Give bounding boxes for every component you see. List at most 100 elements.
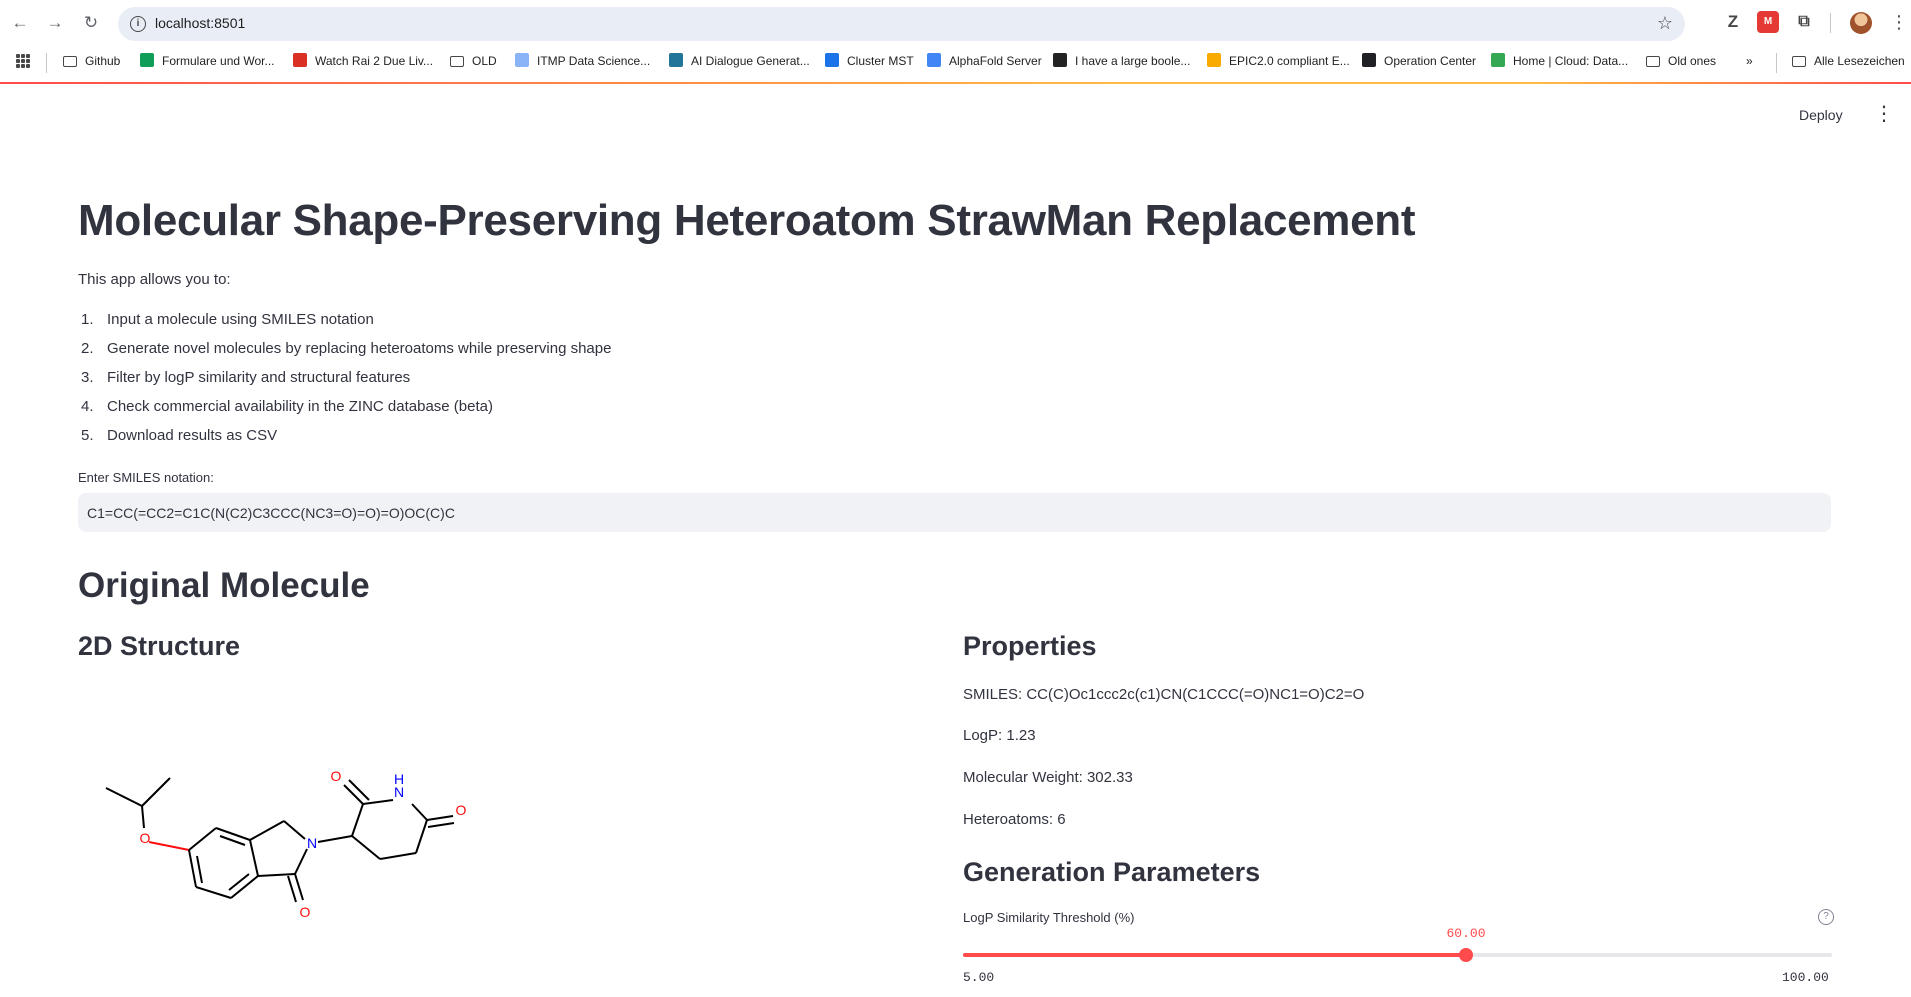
mendeley-extension-icon[interactable]: M xyxy=(1757,11,1779,33)
bookmark-item[interactable]: OLD xyxy=(450,52,497,70)
sheets-icon xyxy=(140,53,154,67)
property-logp: LogP: 1.23 xyxy=(963,727,1036,744)
property-molecular-weight: Molecular Weight: 302.33 xyxy=(963,769,1133,786)
slider-min-label: 5.00 xyxy=(963,970,995,985)
molecule-2d-structure: O N O O H N O xyxy=(105,768,467,920)
property-heteroatoms: Heteroatoms: 6 xyxy=(963,811,1066,828)
bookmark-label: I have a large boole... xyxy=(1075,54,1191,68)
list-item-text: Download results as CSV xyxy=(107,427,278,444)
more-bookmarks-button[interactable]: » xyxy=(1746,52,1753,70)
folder-icon xyxy=(63,56,77,67)
address-url[interactable]: localhost:8501 xyxy=(155,15,245,31)
slider-max-label: 100.00 xyxy=(1782,970,1829,985)
bookmark-label: Operation Center xyxy=(1384,54,1477,68)
list-item-number: 1. xyxy=(81,311,94,328)
main-menu-icon[interactable]: ⋮ xyxy=(1874,104,1894,124)
bookmark-label: Watch Rai 2 Due Liv... xyxy=(315,54,434,68)
structure-heading: 2D Structure xyxy=(78,631,241,661)
deploy-button[interactable]: Deploy xyxy=(1799,107,1843,123)
help-icon[interactable]: ? xyxy=(1818,909,1834,925)
list-item-text: Filter by logP similarity and structural… xyxy=(107,369,411,386)
ring-icon xyxy=(1491,53,1505,67)
slider-value: 60.00 xyxy=(1446,926,1486,941)
atom-oxygen-carbonyl-1: O xyxy=(331,768,342,784)
bookmark-item[interactable]: Operation Center xyxy=(1362,52,1476,70)
bookmark-item[interactable]: Home | Cloud: Data... xyxy=(1491,52,1628,70)
docs-icon xyxy=(825,53,839,67)
app-accent-bar xyxy=(0,82,1911,84)
site-info-icon[interactable]: i xyxy=(130,16,146,32)
so-icon xyxy=(1053,53,1067,67)
intro-text: This app allows you to: xyxy=(78,271,231,288)
smiles-input-label: Enter SMILES notation: xyxy=(78,470,214,485)
zotero-extension-icon[interactable]: Z xyxy=(1722,11,1744,33)
alphafold-icon xyxy=(927,53,941,67)
bookmark-label: Home | Cloud: Data... xyxy=(1513,54,1629,68)
folder-icon xyxy=(1792,56,1806,67)
bookmark-star-icon[interactable]: ☆ xyxy=(1657,13,1673,34)
all-bookmarks-label: Alle Lesezeichen xyxy=(1814,54,1905,68)
all-bookmarks-button[interactable]: Alle Lesezeichen xyxy=(1792,52,1905,70)
list-item-number: 3. xyxy=(81,369,94,386)
tv-icon xyxy=(293,53,307,67)
back-icon[interactable]: ← xyxy=(9,12,31,34)
bookmark-item[interactable]: Formulare und Wor... xyxy=(140,52,275,70)
bookmark-item[interactable]: Watch Rai 2 Due Liv... xyxy=(293,52,433,70)
bookmarks-divider xyxy=(1776,53,1777,73)
extensions-puzzle-icon[interactable]: ⧉ xyxy=(1793,11,1815,33)
bookmark-label: EPIC2.0 compliant E... xyxy=(1229,54,1350,68)
g-icon xyxy=(1362,53,1376,67)
bookmark-item[interactable]: AI Dialogue Generat... xyxy=(669,52,810,70)
smiles-input[interactable] xyxy=(78,493,1831,532)
bookmark-label: Formulare und Wor... xyxy=(162,54,275,68)
list-item-text: Check commercial availability in the ZIN… xyxy=(107,398,493,415)
bookmark-item[interactable]: Old ones xyxy=(1646,52,1716,70)
atom-oxygen-ether: O xyxy=(140,830,151,846)
property-smiles: SMILES: CC(C)Oc1ccc2c(c1)CN(C1CCC(=O)NC1… xyxy=(963,686,1365,703)
bookmark-item[interactable]: ITMP Data Science... xyxy=(515,52,650,70)
logp-threshold-label: LogP Similarity Threshold (%) xyxy=(963,910,1135,925)
bookmark-label: AlphaFold Server xyxy=(949,54,1042,68)
folder-icon xyxy=(450,56,464,67)
list-item-text: Generate novel molecules by replacing he… xyxy=(107,340,612,357)
toolbar-divider xyxy=(1830,13,1831,33)
bookmark-label: Github xyxy=(85,54,121,68)
list-item-number: 2. xyxy=(81,340,94,357)
bookmark-label: OLD xyxy=(472,54,497,68)
atom-oxygen-carbonyl-2: O xyxy=(456,802,467,818)
profile-avatar[interactable] xyxy=(1850,12,1872,34)
bookmarks-divider xyxy=(46,53,47,73)
list-item-number: 4. xyxy=(81,398,94,415)
generation-parameters-heading: Generation Parameters xyxy=(963,857,1261,887)
atom-nitrogen-glutarimide: N xyxy=(394,784,404,800)
layers-icon xyxy=(1207,53,1221,67)
original-molecule-heading: Original Molecule xyxy=(78,566,370,605)
bookmark-label: AI Dialogue Generat... xyxy=(691,54,810,68)
atom-oxygen-lactam: O xyxy=(300,904,311,920)
forward-icon[interactable]: → xyxy=(44,12,66,34)
logp-threshold-slider[interactable]: 60.00 xyxy=(963,926,1832,962)
slider-fill xyxy=(963,953,1466,957)
page-title: Molecular Shape-Preserving Heteroatom St… xyxy=(78,196,1416,245)
bookmark-item[interactable]: Cluster MST xyxy=(825,52,914,70)
bookmark-label: Cluster MST xyxy=(847,54,914,68)
list-item-number: 5. xyxy=(81,427,94,444)
bookmark-label: Old ones xyxy=(1668,54,1717,68)
browser-toolbar: ← → ↻ i localhost:8501 ☆ Z M ⧉ ⋮ xyxy=(0,0,1911,46)
bookmark-item[interactable]: I have a large boole... xyxy=(1053,52,1190,70)
atom-nitrogen-imide: N xyxy=(307,835,317,851)
bookmark-item[interactable]: Github xyxy=(63,52,120,70)
slider-thumb[interactable] xyxy=(1459,948,1473,962)
cloud-icon xyxy=(515,53,529,67)
apps-grid-icon[interactable] xyxy=(16,54,30,68)
address-bar[interactable]: i localhost:8501 ☆ xyxy=(118,7,1685,41)
properties-heading: Properties xyxy=(963,631,1097,661)
browser-menu-icon[interactable]: ⋮ xyxy=(1890,11,1908,33)
bookmark-item[interactable]: AlphaFold Server xyxy=(927,52,1042,70)
wordpress-icon xyxy=(669,53,683,67)
reload-icon[interactable]: ↻ xyxy=(80,12,102,34)
folder-icon xyxy=(1646,56,1660,67)
bookmark-label: ITMP Data Science... xyxy=(537,54,651,68)
list-item-text: Input a molecule using SMILES notation xyxy=(107,311,374,328)
bookmark-item[interactable]: EPIC2.0 compliant E... xyxy=(1207,52,1350,70)
